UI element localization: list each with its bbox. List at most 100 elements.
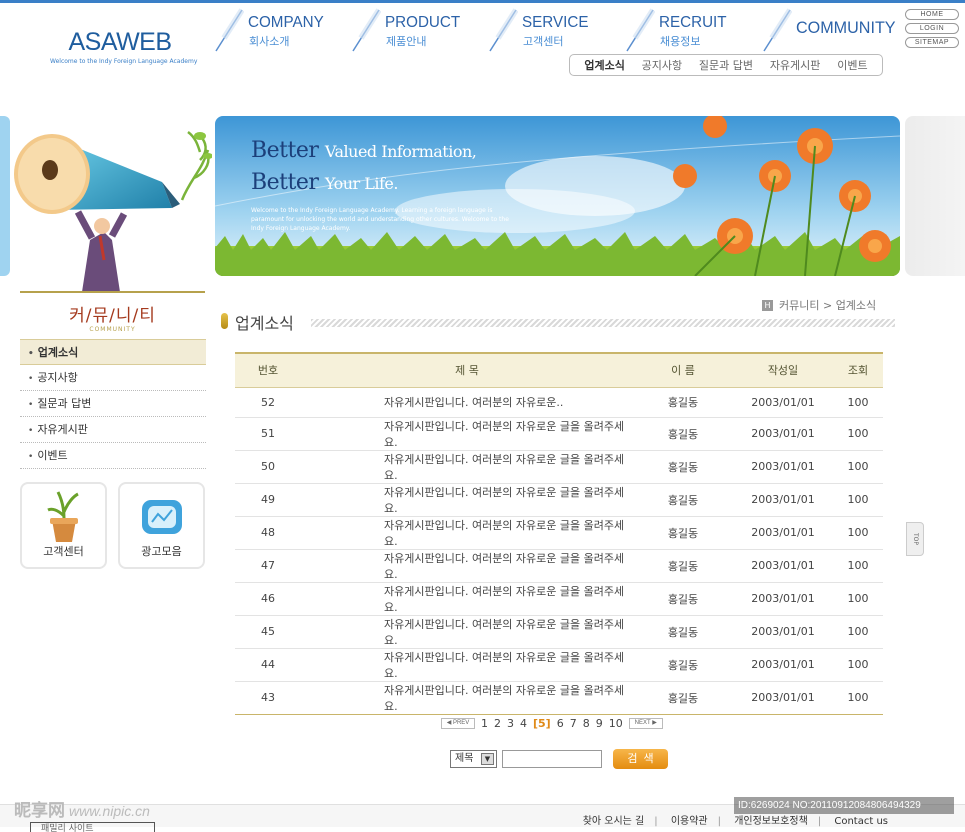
utility-links: HOME LOGIN SITEMAP: [905, 9, 959, 51]
search-field-select[interactable]: 제목 ▼: [450, 750, 497, 768]
plant-pot-icon: [46, 491, 79, 542]
table-row: 52 자유게시판입니다. 여러분의 자유로운.. 홍길동 2003/01/01 100: [235, 387, 883, 418]
side-menu-item-industry-news[interactable]: 업계소식: [20, 339, 206, 365]
scroll-top-button[interactable]: TOP: [906, 522, 924, 556]
customer-center-button[interactable]: 고객센터: [20, 482, 107, 569]
customer-center-label: 고객센터: [43, 545, 84, 558]
cell-date: 2003/01/01: [733, 483, 833, 517]
page-link[interactable]: 7: [570, 717, 577, 730]
cell-name: 홍길동: [633, 582, 733, 616]
title-hatch-divider: [311, 319, 895, 327]
cell-hits: 100: [833, 387, 883, 418]
table-row: 45 자유게시판입니다. 여러분의 자유로운 글을 올려주세요. 홍길동 2003/0…: [235, 615, 883, 649]
side-menu-item-notice[interactable]: 공지사항: [20, 365, 206, 391]
cell-number: 44: [235, 648, 301, 682]
cell-subject-link[interactable]: 자유게시판입니다. 여러분의 자유로운 글을 올려주세요.: [301, 681, 633, 715]
banner-small-text: Welcome to the Indy Foreign Language Aca…: [251, 207, 509, 232]
telescope-man-illustration: [14, 131, 212, 292]
cell-date: 2003/01/01: [733, 417, 833, 451]
cell-number: 51: [235, 417, 301, 451]
cell-name: 홍길동: [633, 417, 733, 451]
table-row: 51 자유게시판입니다. 여러분의 자유로운 글을 올려주세요. 홍길동 2003/0…: [235, 417, 883, 451]
side-menu-title-en: COMMUNITY: [89, 326, 136, 333]
cell-date: 2003/01/01: [733, 681, 833, 715]
subnav-notice[interactable]: 공지사항: [642, 57, 682, 73]
subnav-qna[interactable]: 질문과 답변: [699, 57, 753, 73]
nav-recruit-ko: 채용정보: [660, 35, 701, 48]
family-site-select[interactable]: 패밀리 사이트: [30, 822, 155, 832]
slash-icon: [215, 8, 244, 52]
page-link[interactable]: 3: [507, 717, 514, 730]
subnav-event[interactable]: 이벤트: [837, 57, 867, 73]
nav-company-ko: 회사소개: [249, 35, 290, 48]
slash-icon: [489, 8, 518, 52]
logo-name: ASAWEB: [68, 28, 172, 56]
board-header-row: 번호 제 목 이 름 작성일 조회: [235, 352, 883, 388]
table-row: 43 자유게시판입니다. 여러분의 자유로운 글을 올려주세요. 홍길동 2003/0…: [235, 681, 883, 715]
logo[interactable]: ASAWEB Welcome to the Indy Foreign Langu…: [50, 28, 197, 65]
page-link[interactable]: 8: [583, 717, 590, 730]
page-link[interactable]: 4: [520, 717, 527, 730]
page-link[interactable]: 1: [481, 717, 488, 730]
header-name: 이 름: [633, 352, 733, 388]
page-link[interactable]: 6: [557, 717, 564, 730]
sitemap-link[interactable]: SITEMAP: [905, 37, 959, 48]
ad-collection-button[interactable]: 광고모음: [118, 482, 205, 569]
subnav-free-board[interactable]: 자유게시판: [770, 57, 821, 73]
next-page-button[interactable]: NEXT ▶: [628, 717, 663, 729]
search-button[interactable]: 검색: [613, 749, 668, 769]
search-input[interactable]: [502, 750, 602, 768]
header-date: 작성일: [733, 352, 833, 388]
home-link[interactable]: HOME: [905, 9, 959, 20]
cell-number: 47: [235, 549, 301, 583]
page-link[interactable]: 9: [596, 717, 603, 730]
cell-subject-link[interactable]: 자유게시판입니다. 여러분의 자유로운 글을 올려주세요.: [301, 417, 633, 451]
banner-line1: Better Valued Information,: [251, 138, 477, 163]
watermark-logo: 昵享网 www.nipic.cn: [14, 801, 150, 820]
chevron-down-icon[interactable]: ▼: [481, 753, 494, 765]
page-link[interactable]: 10: [609, 717, 623, 730]
header-subject: 제 목: [301, 352, 633, 388]
cell-subject-link[interactable]: 자유게시판입니다. 여러분의 자유로운 글을 올려주세요.: [301, 582, 633, 616]
search-field-value: 제목: [455, 753, 474, 764]
login-link[interactable]: LOGIN: [905, 23, 959, 34]
footer-link-terms[interactable]: 이용약관: [671, 816, 708, 827]
header-number: 번호: [235, 352, 301, 388]
ad-collection-label: 광고모음: [141, 545, 182, 558]
nav-service-en: SERVICE: [522, 14, 589, 31]
cell-subject-link[interactable]: 자유게시판입니다. 여러분의 자유로운..: [301, 387, 633, 418]
cell-hits: 100: [833, 648, 883, 682]
nav-product-en: PRODUCT: [385, 14, 461, 31]
page-link[interactable]: 2: [494, 717, 501, 730]
side-menu-item-event[interactable]: 이벤트: [20, 443, 206, 469]
cell-hits: 100: [833, 681, 883, 715]
cell-subject-link[interactable]: 자유게시판입니다. 여러분의 자유로운 글을 올려주세요.: [301, 450, 633, 484]
side-menu-item-qna[interactable]: 질문과 답변: [20, 391, 206, 417]
cell-subject-link[interactable]: 자유게시판입니다. 여러분의 자유로운 글을 올려주세요.: [301, 615, 633, 649]
cell-date: 2003/01/01: [733, 615, 833, 649]
cell-subject-link[interactable]: 자유게시판입니다. 여러분의 자유로운 글을 올려주세요.: [301, 516, 633, 550]
cell-date: 2003/01/01: [733, 516, 833, 550]
board-table: 번호 제 목 이 름 작성일 조회 52 자유게시판입니다. 여러분의 자유로운.…: [235, 352, 883, 715]
side-menu: 업계소식 공지사항 질문과 답변 자유게시판 이벤트: [20, 339, 206, 469]
table-row: 50 자유게시판입니다. 여러분의 자유로운 글을 올려주세요. 홍길동 2003/0…: [235, 450, 883, 484]
nav-recruit-en: RECRUIT: [659, 14, 727, 31]
cell-subject-link[interactable]: 자유게시판입니다. 여러분의 자유로운 글을 올려주세요.: [301, 549, 633, 583]
table-row: 48 자유게시판입니다. 여러분의 자유로운 글을 올려주세요. 홍길동 2003/0…: [235, 516, 883, 550]
footer-link-contact[interactable]: Contact us: [834, 816, 888, 827]
cell-name: 홍길동: [633, 387, 733, 418]
cell-number: 48: [235, 516, 301, 550]
pagination: ◀ PREV 1 2 3 4 [5] 6 7 8 9 10 NEXT ▶: [441, 715, 663, 731]
prev-page-button[interactable]: ◀ PREV: [441, 717, 475, 729]
cell-subject-link[interactable]: 자유게시판입니다. 여러분의 자유로운 글을 올려주세요.: [301, 483, 633, 517]
slash-icon: [763, 8, 792, 52]
cell-number: 49: [235, 483, 301, 517]
footer-link-directions[interactable]: 찾아 오시는 길: [583, 816, 645, 827]
subnav-industry-news[interactable]: 업계소식: [584, 57, 624, 73]
side-menu-item-free-board[interactable]: 자유게시판: [20, 417, 206, 443]
cell-hits: 100: [833, 450, 883, 484]
cell-subject-link[interactable]: 자유게시판입니다. 여러분의 자유로운 글을 올려주세요.: [301, 648, 633, 682]
cell-number: 43: [235, 681, 301, 715]
side-menu-title-ko: 커/뮤/니/티: [69, 306, 156, 326]
footer-link-privacy[interactable]: 개인정보보호정책: [734, 816, 808, 827]
